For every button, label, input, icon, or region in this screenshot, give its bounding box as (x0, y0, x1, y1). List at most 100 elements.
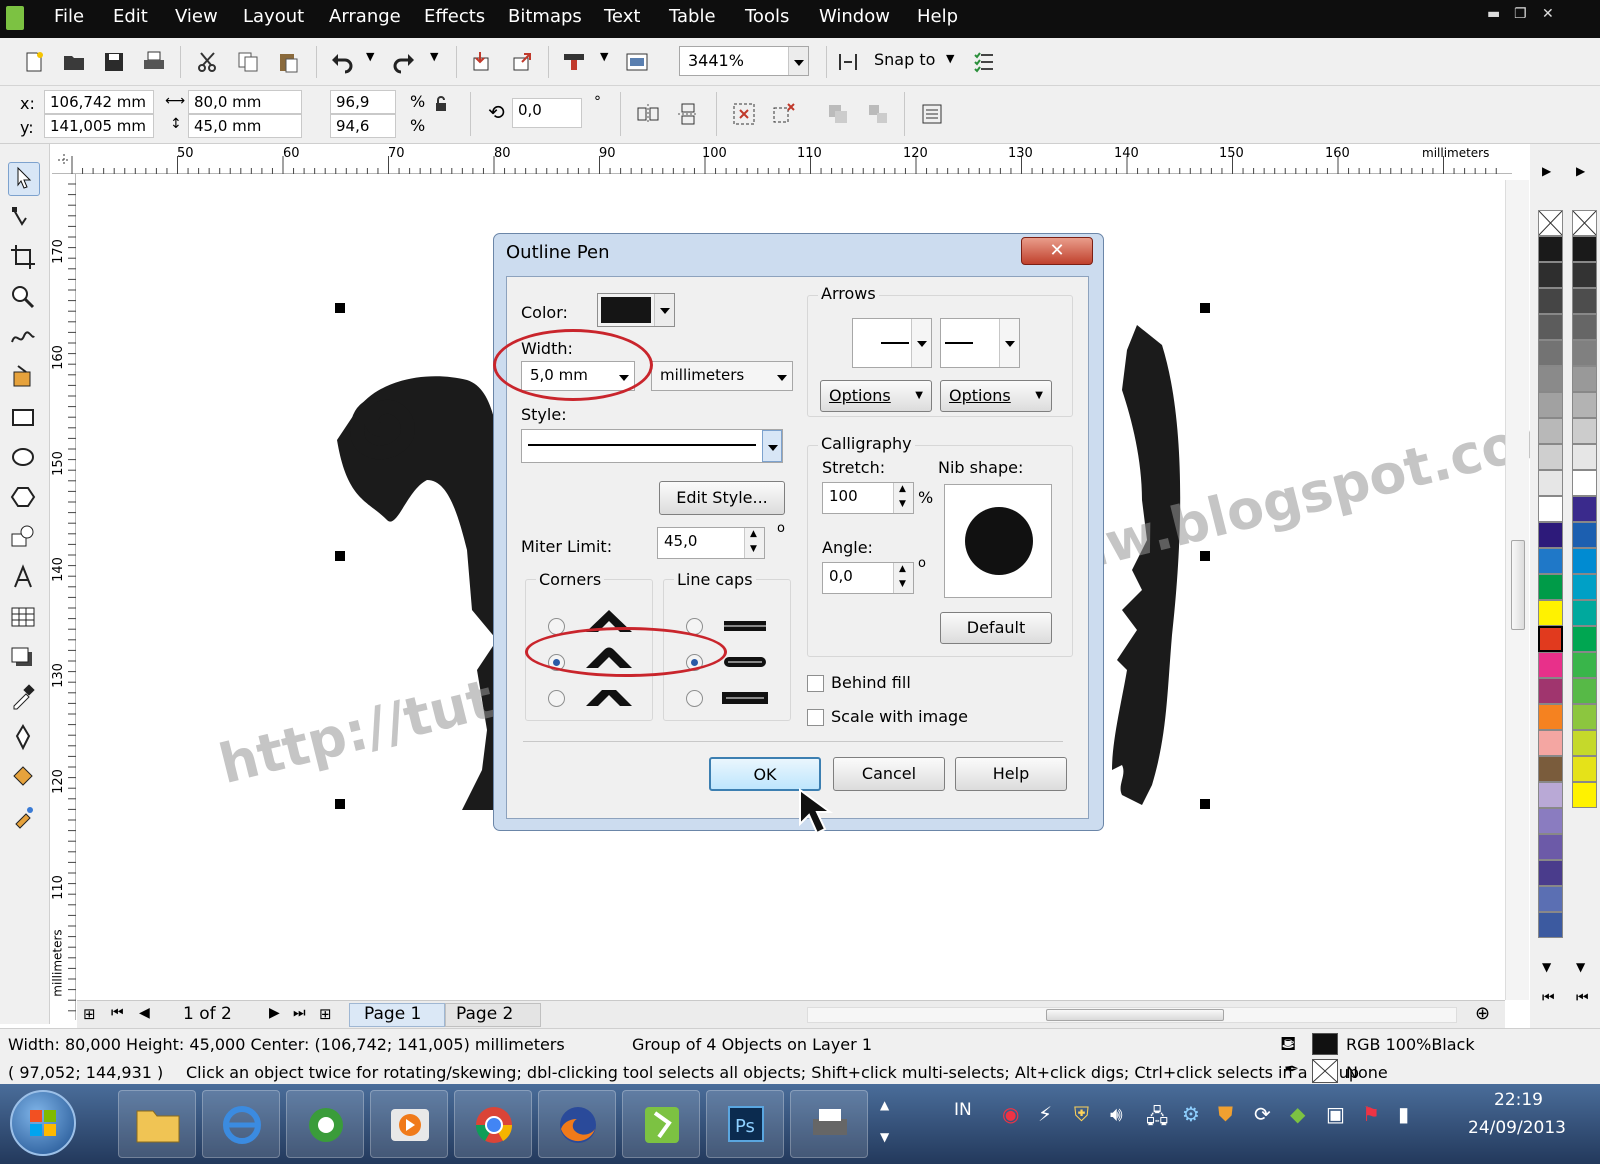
snap-to-label[interactable]: Snap to (874, 50, 935, 69)
tray-app-icon[interactable]: ◉ (1002, 1102, 1019, 1126)
color-swatch[interactable] (1538, 730, 1563, 756)
taskbar-photoshop[interactable]: Ps (706, 1090, 784, 1158)
color-swatch[interactable] (1538, 834, 1563, 860)
stretch-spinner[interactable]: ▲ ▼ (893, 483, 913, 513)
open-icon[interactable] (62, 50, 86, 74)
color-swatch[interactable] (1572, 652, 1597, 678)
previous-page-icon[interactable]: ◀ (139, 1005, 150, 1021)
width-units-select[interactable]: millimeters (651, 361, 793, 391)
first-page-icon[interactable]: ⏮ (111, 1005, 124, 1021)
menu-window[interactable]: Window (819, 6, 890, 27)
tray-battery-icon[interactable]: ▮ (1398, 1102, 1409, 1126)
menu-layout[interactable]: Layout (243, 6, 304, 27)
taskbar-media-center[interactable] (286, 1090, 364, 1158)
line-style-select[interactable] (521, 429, 783, 463)
cut-icon[interactable] (196, 50, 220, 74)
mirror-vertical-icon[interactable] (676, 102, 700, 126)
dialog-close-button[interactable]: ✕ (1021, 237, 1093, 265)
scale-with-image-label[interactable]: Scale with image (831, 707, 968, 726)
no-color-swatch[interactable] (1538, 210, 1563, 236)
outline-pen-tool[interactable] (8, 722, 40, 756)
tray-device-icon[interactable]: ▣ (1326, 1102, 1345, 1126)
color-picker-button[interactable] (597, 293, 675, 327)
taskbar-printer[interactable] (790, 1090, 868, 1158)
angle-field[interactable]: 0,0 ▲ ▼ (822, 562, 914, 594)
eyedropper-tool[interactable] (8, 682, 40, 716)
spin-up-icon[interactable]: ▲ (899, 564, 906, 574)
pick-tool[interactable] (8, 162, 40, 196)
behind-fill-label[interactable]: Behind fill (831, 673, 911, 692)
color-swatch[interactable] (1538, 678, 1563, 704)
rectangle-tool[interactable] (8, 402, 40, 436)
color-swatch[interactable] (1572, 314, 1597, 340)
menu-edit[interactable]: Edit (113, 6, 148, 27)
start-arrow-options-button[interactable]: Options ▼ (820, 380, 932, 412)
minimize-icon[interactable]: ▬ (1487, 6, 1500, 22)
taskbar-scroll-down-icon[interactable]: ▼ (880, 1130, 889, 1144)
behind-fill-checkbox[interactable] (807, 675, 824, 692)
redo-icon[interactable] (392, 50, 416, 74)
color-swatch[interactable] (1538, 418, 1563, 444)
vertical-ruler[interactable]: 170 160 150 140 130 120 110 millimeters (50, 174, 76, 1020)
object-width-field[interactable]: 80,0 mm (188, 90, 302, 114)
table-tool[interactable] (8, 602, 40, 636)
color-swatch[interactable] (1572, 704, 1597, 730)
zoom-tool[interactable] (8, 282, 40, 316)
color-swatch[interactable] (1538, 756, 1563, 782)
horizontal-scrollbar[interactable] (807, 1007, 1457, 1023)
spin-up-icon[interactable]: ▲ (899, 484, 906, 494)
tray-security-icon[interactable]: ⛨ (1074, 1102, 1089, 1126)
tab-page-1[interactable]: Page 1 (349, 1003, 445, 1027)
snap-to-dropdown-icon[interactable]: ▼ (946, 52, 954, 65)
ruler-origin-icon[interactable] (54, 150, 74, 170)
color-swatch[interactable] (1538, 574, 1563, 600)
color-swatch[interactable] (1538, 392, 1563, 418)
color-swatch[interactable] (1538, 262, 1563, 288)
help-button[interactable]: Help (955, 757, 1067, 791)
close-icon[interactable]: ✕ (1542, 6, 1554, 22)
group-icon[interactable] (732, 102, 756, 126)
last-page-icon[interactable]: ⏭ (293, 1005, 306, 1021)
color-swatch[interactable] (1538, 912, 1563, 938)
add-page-after-icon[interactable]: ⊞ (319, 1005, 332, 1023)
ellipse-tool[interactable] (8, 442, 40, 476)
nib-shape-preview[interactable] (944, 484, 1052, 598)
vertical-scroll-thumb[interactable] (1511, 540, 1525, 630)
break-apart-icon[interactable] (866, 102, 890, 126)
palette-expand-icon[interactable]: ⏮ (1542, 990, 1555, 1006)
taskbar-chrome[interactable] (454, 1090, 532, 1158)
color-swatch[interactable] (1538, 704, 1563, 730)
object-height-field[interactable]: 45,0 mm (188, 114, 302, 138)
mirror-horizontal-icon[interactable] (636, 102, 660, 126)
spin-down-icon[interactable]: ▼ (899, 499, 906, 509)
fill-color-indicator[interactable] (1312, 1033, 1338, 1055)
color-swatch[interactable] (1572, 522, 1597, 548)
zoom-level-select[interactable]: 3441% (679, 46, 809, 76)
color-swatch[interactable] (1572, 392, 1597, 418)
outline-color-indicator[interactable] (1312, 1059, 1338, 1083)
color-swatch[interactable] (1538, 808, 1563, 834)
combine-icon[interactable] (826, 102, 850, 126)
taskbar-internet-explorer[interactable] (202, 1090, 280, 1158)
application-launcher-icon[interactable] (562, 50, 586, 74)
chevron-down-icon[interactable] (788, 47, 808, 75)
menu-bitmaps[interactable]: Bitmaps (508, 6, 582, 27)
save-icon[interactable] (102, 50, 126, 74)
language-indicator[interactable]: IN (954, 1100, 972, 1120)
import-icon[interactable] (470, 50, 494, 74)
color-swatch[interactable] (1572, 756, 1597, 782)
color-swatch[interactable] (1538, 470, 1563, 496)
taskbar-explorer[interactable] (118, 1090, 196, 1158)
print-icon[interactable] (142, 50, 166, 74)
miter-limit-field[interactable]: 45,0 ▲ ▼ (657, 527, 765, 559)
color-swatch[interactable] (1572, 626, 1597, 652)
palette-scroll-right-icon[interactable]: ▶ (1576, 164, 1585, 178)
menu-help[interactable]: Help (917, 6, 958, 27)
color-swatch[interactable] (1572, 574, 1597, 600)
color-swatch[interactable] (1538, 366, 1563, 392)
freehand-tool[interactable] (8, 322, 40, 356)
color-swatch[interactable] (1538, 236, 1563, 262)
color-swatch[interactable] (1572, 340, 1597, 366)
color-swatch[interactable] (1538, 314, 1563, 340)
no-color-swatch[interactable] (1572, 210, 1597, 236)
